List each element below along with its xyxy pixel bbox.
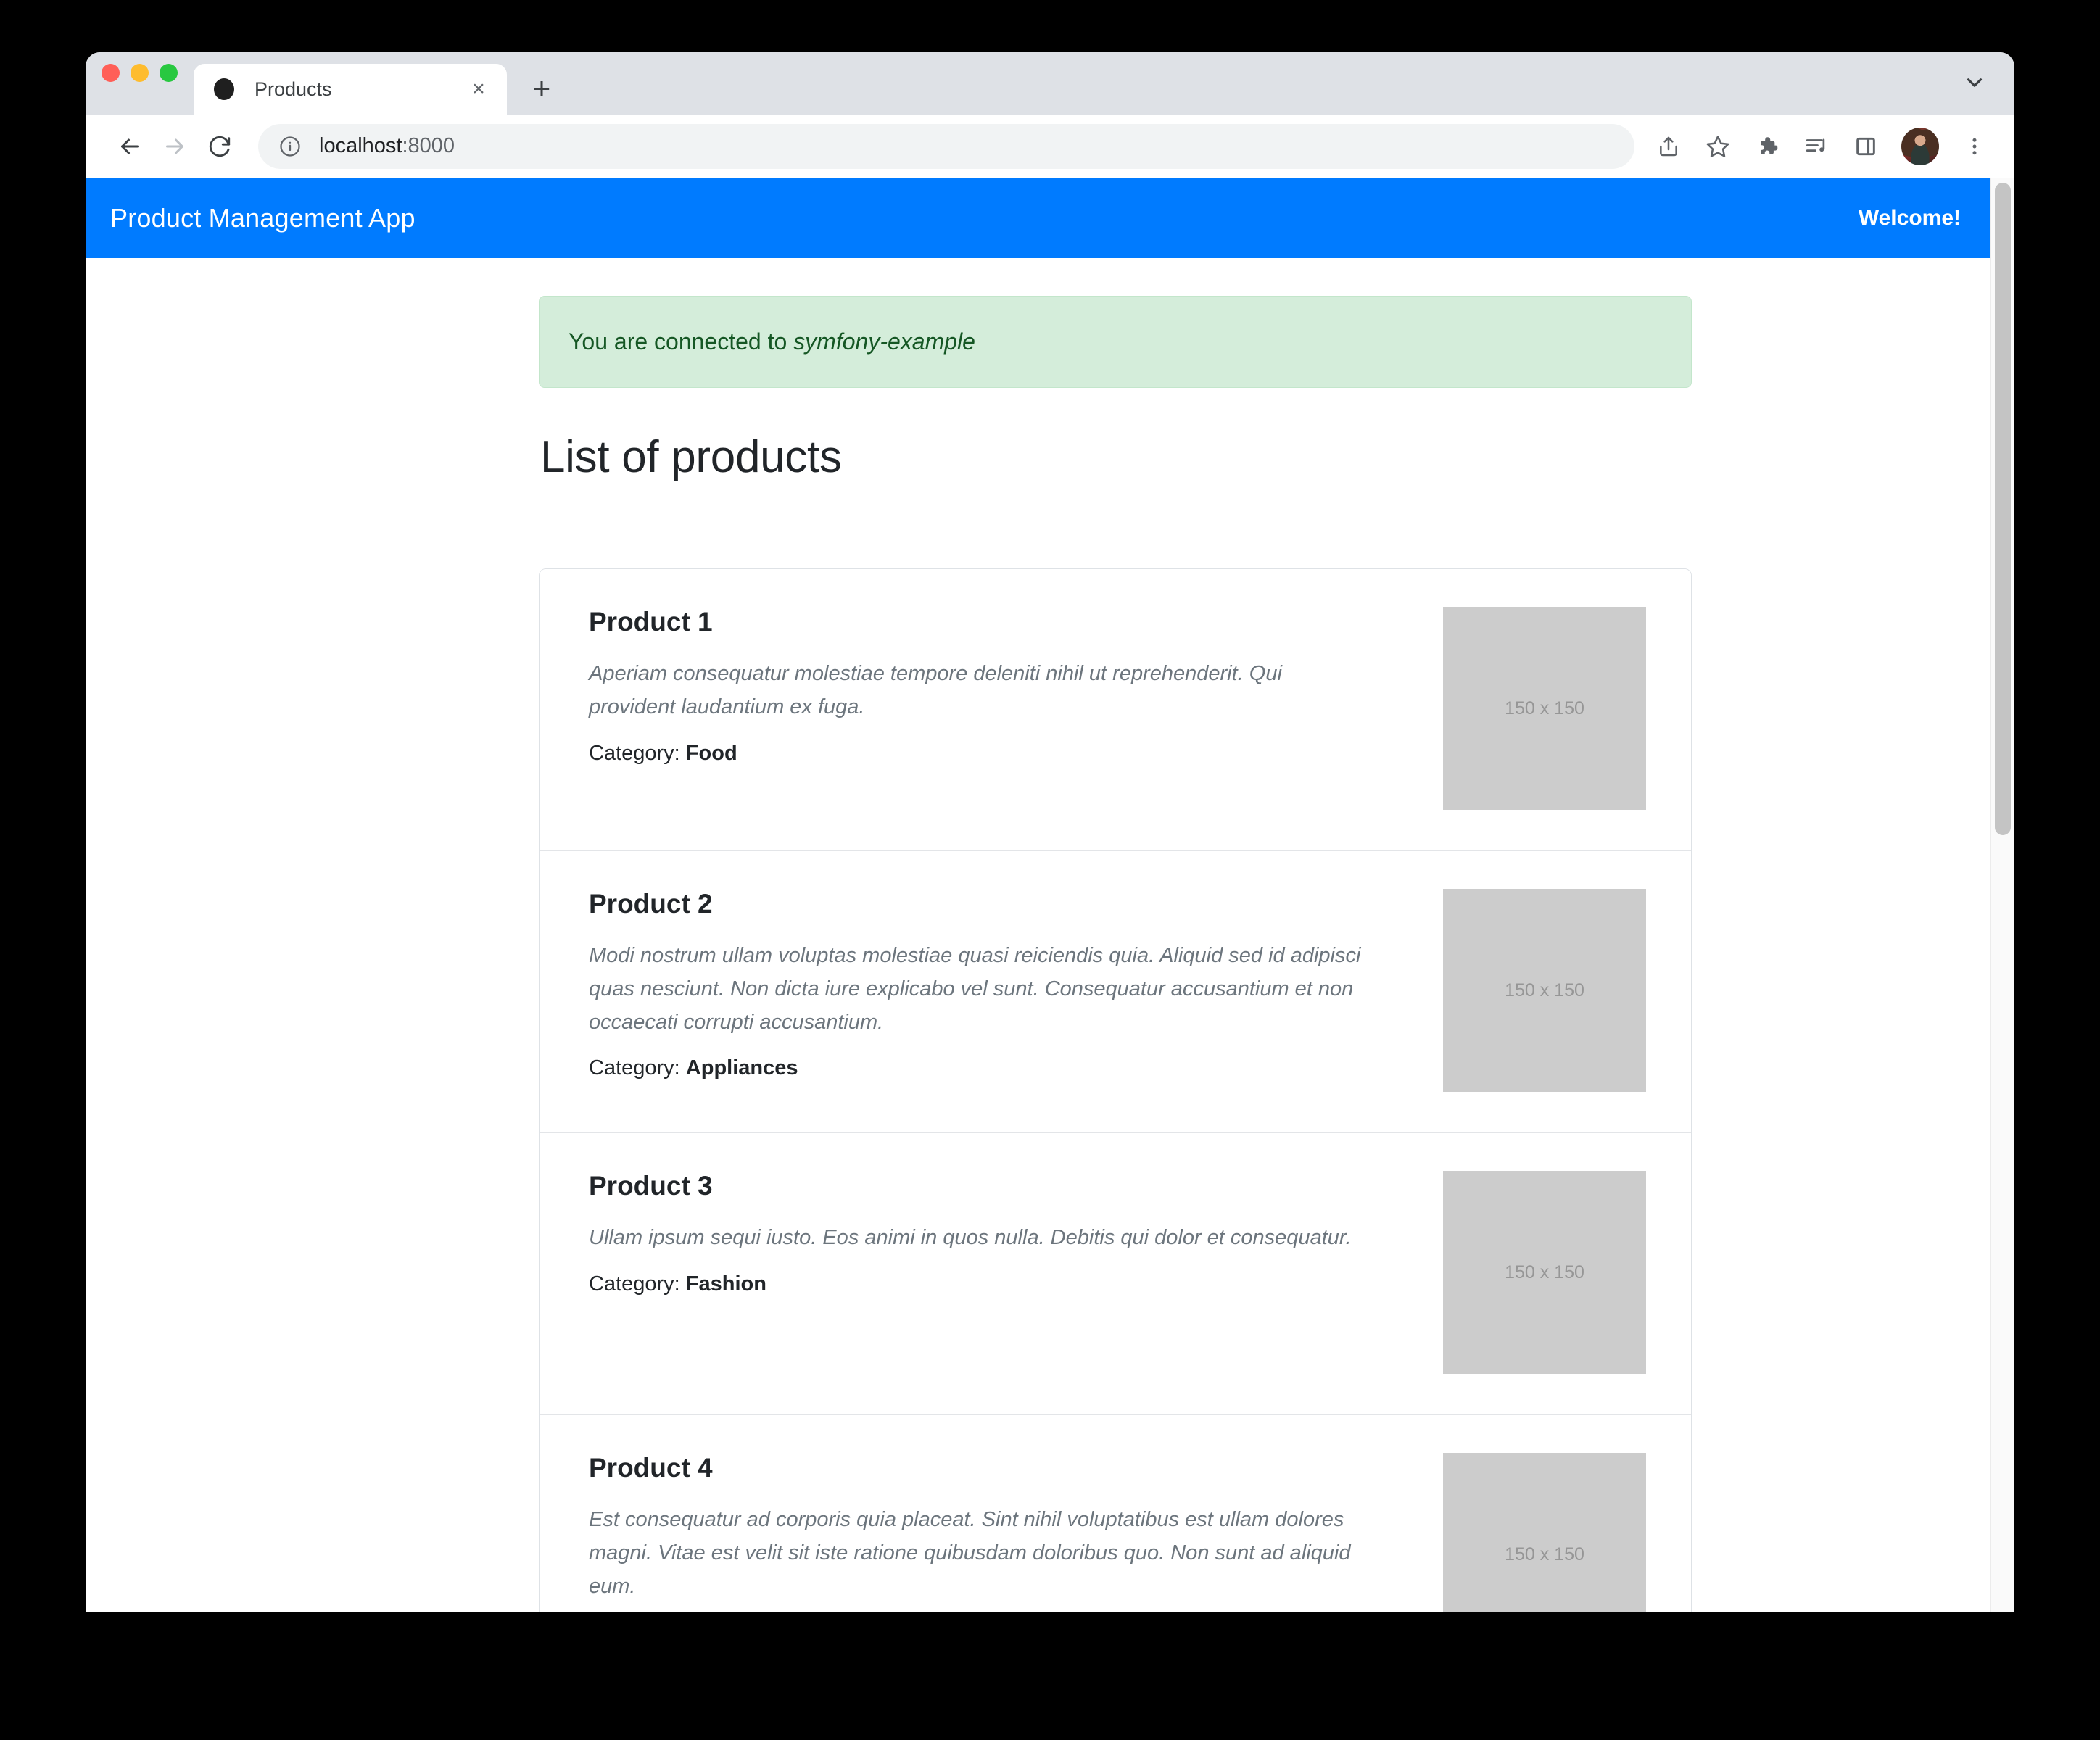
reload-icon[interactable] <box>197 124 242 169</box>
side-panel-icon[interactable] <box>1845 125 1887 167</box>
product-thumbnail: 150 x 150 <box>1443 1453 1646 1612</box>
tab-title: Products <box>255 78 332 100</box>
product-name: Product 1 <box>589 607 713 637</box>
media-playlist-icon[interactable] <box>1795 125 1838 167</box>
page-scrollbar-thumb[interactable] <box>1995 183 2011 835</box>
product-category-label: Category: <box>589 1056 686 1080</box>
url-port: :8000 <box>402 134 455 157</box>
product-list-item[interactable]: Product 1 Aperiam consequatur molestiae t… <box>540 569 1691 851</box>
thumbnail-placeholder-text: 150 x 150 <box>1505 1262 1584 1283</box>
product-text: Product 4 Est consequatur ad corporis qui… <box>589 1453 1394 1612</box>
page-viewport: Product Management App Welcome! You are … <box>86 178 2014 1612</box>
product-description: Aperiam consequatur molestiae tempore de… <box>589 662 1282 718</box>
chevron-down-icon[interactable] <box>1962 70 1987 99</box>
product-name: Product 3 <box>589 1171 713 1201</box>
product-category: Category: Appliances <box>589 1056 1365 1080</box>
product-name: Product 2 <box>589 889 713 919</box>
thumbnail-placeholder-text: 150 x 150 <box>1505 979 1584 1000</box>
product-text: Product 3 Ullam ipsum sequi iusto. Eos an… <box>589 1171 1394 1296</box>
thumbnail-placeholder-text: 150 x 150 <box>1505 1544 1584 1565</box>
page-title: List of products <box>540 432 842 482</box>
tab-products[interactable]: Products × <box>194 64 507 115</box>
page-content: You are connected to symfony-example Lis… <box>86 258 1990 1612</box>
app-brand[interactable]: Product Management App <box>110 203 416 233</box>
product-description: Modi nostrum ullam voluptas molestiae qu… <box>589 944 1361 1034</box>
product-list-item[interactable]: Product 2 Modi nostrum ullam voluptas mol… <box>540 851 1691 1133</box>
thumbnail-placeholder-text: 150 x 150 <box>1505 697 1584 718</box>
close-window-button[interactable] <box>102 63 120 82</box>
product-thumbnail: 150 x 150 <box>1443 607 1646 810</box>
maximize-window-button[interactable] <box>160 63 178 82</box>
product-text: Product 2 Modi nostrum ullam voluptas mol… <box>589 889 1394 1080</box>
site-info-icon[interactable] <box>276 132 305 161</box>
product-name: Product 4 <box>589 1453 713 1483</box>
tab-strip: Products × + <box>86 52 2014 115</box>
window-controls <box>102 52 194 115</box>
welcome-label: Welcome! <box>1858 206 1961 230</box>
product-category-value: Appliances <box>685 1056 798 1080</box>
kebab-menu-icon[interactable] <box>1954 125 1996 167</box>
address-bar[interactable]: localhost:8000 <box>258 123 1634 169</box>
connection-alert: You are connected to symfony-example <box>539 296 1692 388</box>
url-host: localhost <box>319 134 402 157</box>
product-text: Product 1 Aperiam consequatur molestiae t… <box>589 607 1394 766</box>
product-description: Est consequatur ad corporis quia placeat… <box>589 1508 1351 1598</box>
extensions-puzzle-icon[interactable] <box>1746 125 1788 167</box>
content-container: You are connected to symfony-example Lis… <box>539 296 1692 1612</box>
product-category-value: Food <box>685 741 737 765</box>
bookmark-star-icon[interactable] <box>1697 125 1739 167</box>
product-category: Category: Fashion <box>589 1272 1365 1296</box>
product-category: Category: Food <box>589 742 1365 766</box>
page-scrollbar[interactable] <box>1990 178 2014 1612</box>
toolbar-actions <box>1648 125 1996 167</box>
browser-toolbar: localhost:8000 <box>86 115 2014 178</box>
product-list-item[interactable]: Product 4 Est consequatur ad corporis qui… <box>540 1415 1691 1612</box>
product-thumbnail: 150 x 150 <box>1443 889 1646 1092</box>
close-tab-icon[interactable]: × <box>466 77 491 102</box>
address-bar-url: localhost:8000 <box>319 134 455 158</box>
circle-favicon-icon <box>214 78 234 100</box>
product-description: Ullam ipsum sequi iusto. Eos animi in qu… <box>589 1226 1352 1249</box>
alert-database-name: symfony-example <box>793 328 975 355</box>
avatar[interactable] <box>1901 127 1939 165</box>
browser-window: Products × + localhost:8000 Product Mana… <box>86 52 2014 1612</box>
product-category-label: Category: <box>589 741 686 765</box>
product-thumbnail: 150 x 150 <box>1443 1171 1646 1374</box>
product-category-label: Category: <box>589 1272 686 1296</box>
share-icon[interactable] <box>1648 125 1690 167</box>
new-tab-button[interactable]: + <box>520 67 563 110</box>
minimize-window-button[interactable] <box>131 63 149 82</box>
product-list: Product 1 Aperiam consequatur molestiae t… <box>539 568 1692 1612</box>
forward-arrow-icon[interactable] <box>152 124 197 169</box>
product-category-value: Fashion <box>685 1272 766 1296</box>
app-navbar: Product Management App Welcome! <box>86 178 1990 258</box>
product-list-item[interactable]: Product 3 Ullam ipsum sequi iusto. Eos an… <box>540 1133 1691 1415</box>
back-arrow-icon[interactable] <box>107 124 152 169</box>
alert-prefix: You are connected to <box>569 328 794 355</box>
